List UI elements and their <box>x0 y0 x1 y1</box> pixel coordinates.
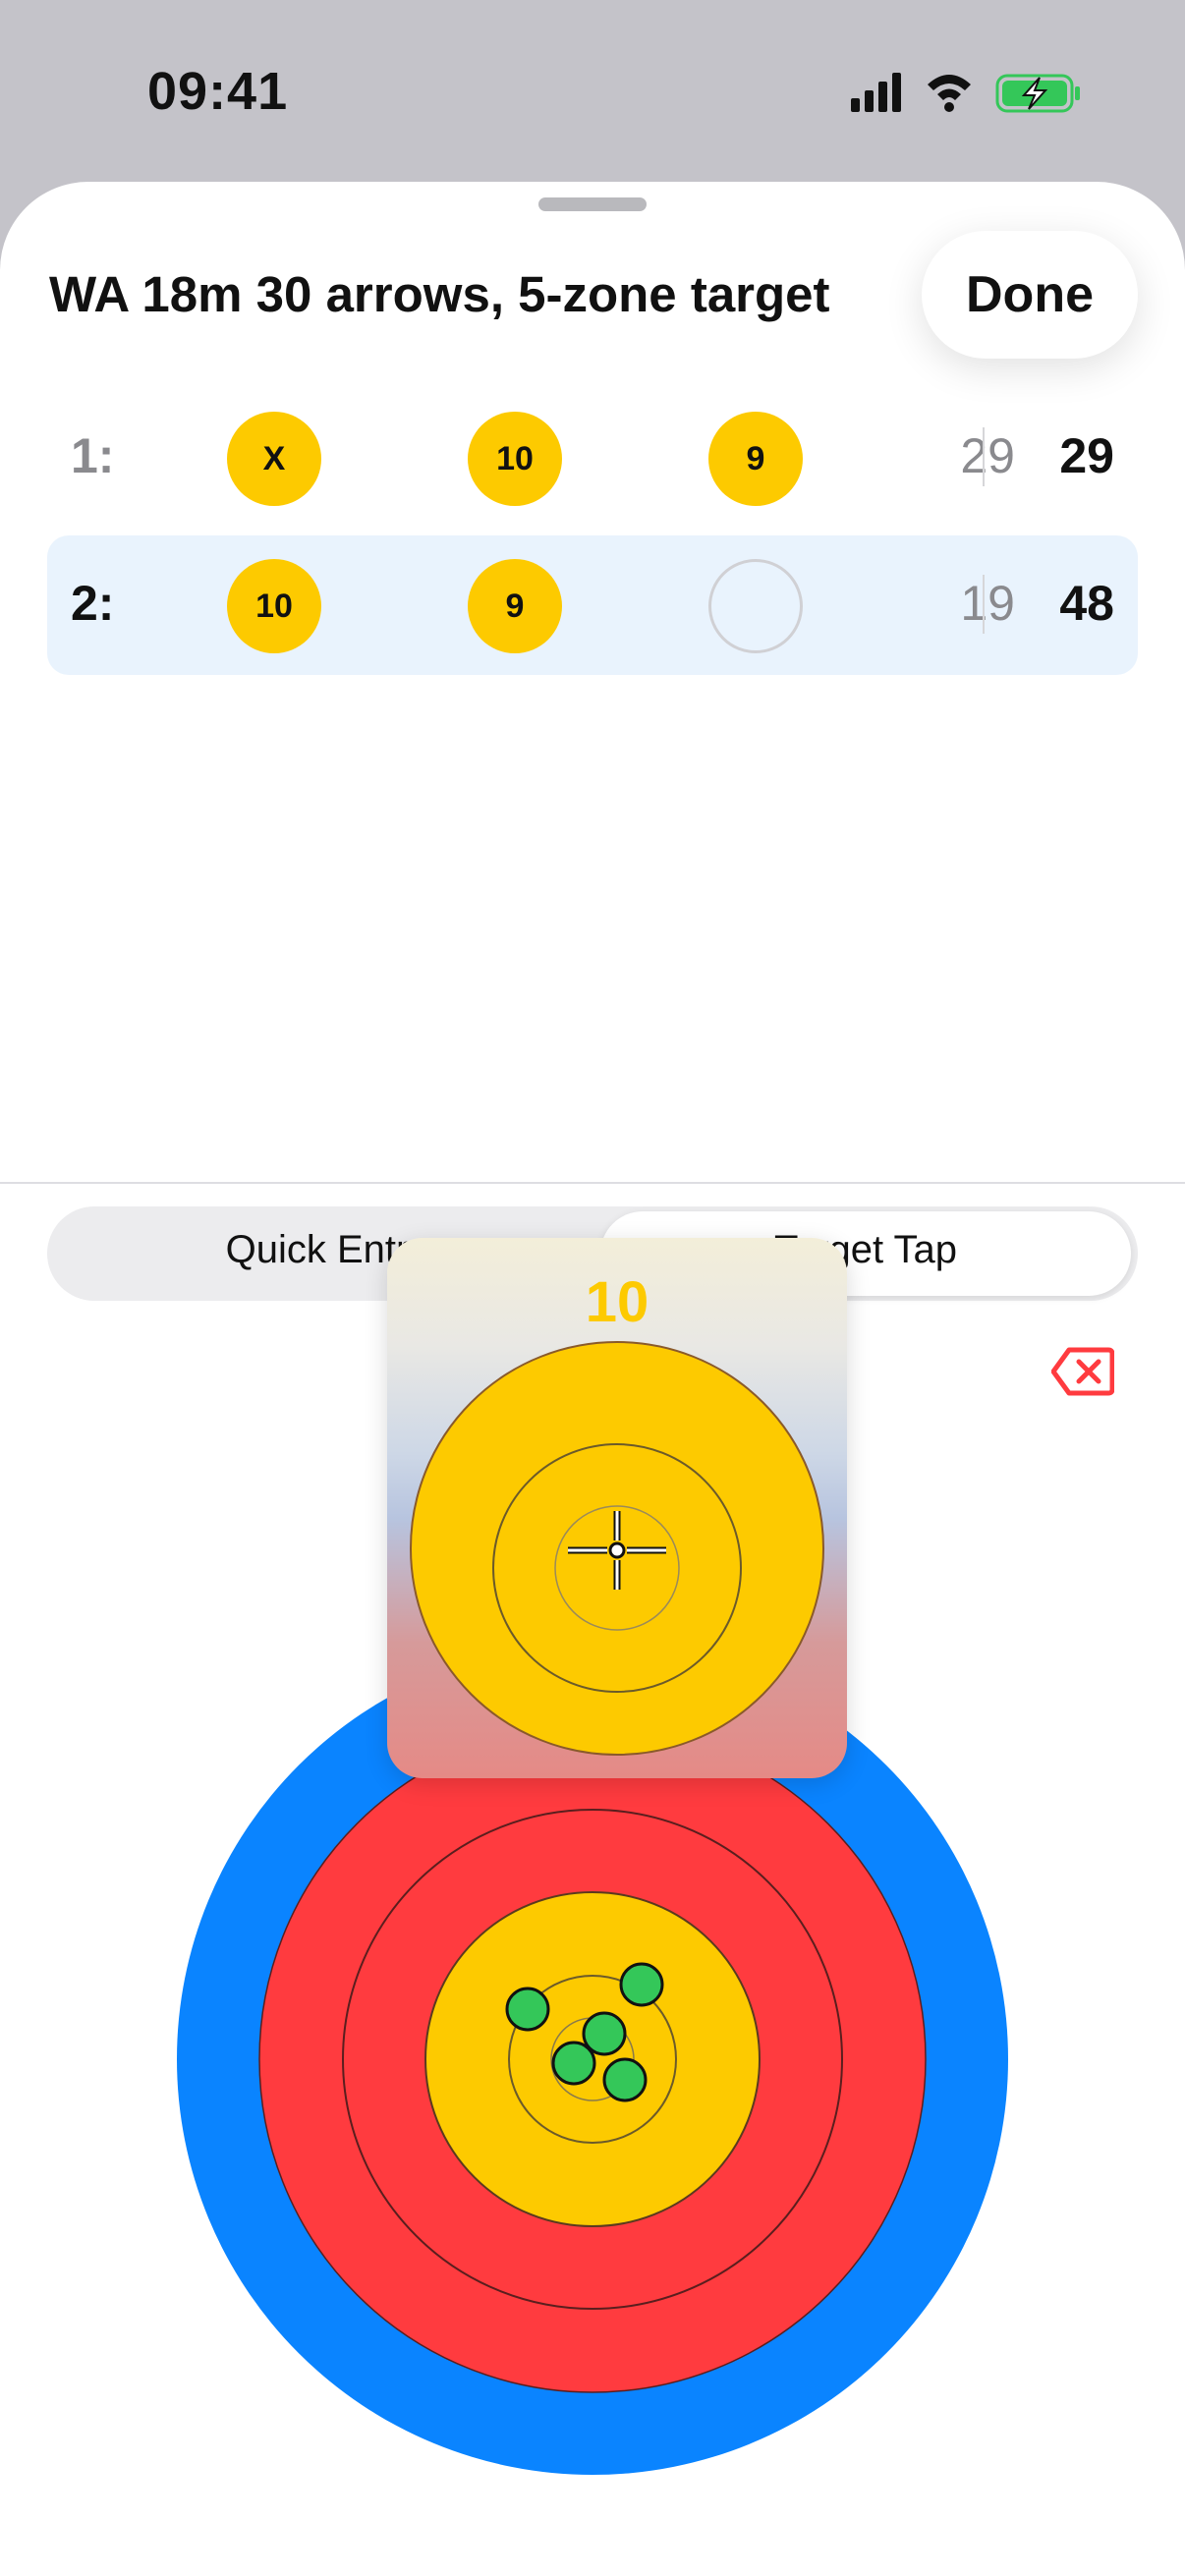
arrow-marker[interactable] <box>505 1987 550 2032</box>
signal-icon <box>851 73 901 112</box>
arrow-score[interactable]: 9 <box>468 559 562 653</box>
arrow-score[interactable]: 10 <box>227 559 321 653</box>
end-row-2[interactable]: 2: 10 9 19 48 <box>47 535 1138 675</box>
status-icons <box>851 73 1080 113</box>
status-time: 09:41 <box>147 62 289 121</box>
running-total: 48 <box>1059 576 1114 631</box>
sheet-grabber[interactable] <box>538 197 647 211</box>
end-total: 19 <box>960 576 1015 631</box>
round-title: WA 18m 30 arrows, 5-zone target <box>49 266 830 322</box>
keyboard-separator <box>0 1182 1185 1184</box>
magnifier-score: 10 <box>585 1270 649 1334</box>
end-row-1[interactable]: 1: X 10 9 29 29 <box>47 388 1138 528</box>
arrow-score[interactable]: X <box>227 412 321 506</box>
wifi-icon <box>928 75 971 112</box>
end-total: 29 <box>960 428 1015 483</box>
battery-charging-icon <box>995 74 1080 113</box>
total-divider <box>983 575 985 634</box>
arrow-score-empty[interactable] <box>708 559 803 653</box>
running-total: 29 <box>1059 428 1114 483</box>
arrow-marker[interactable] <box>619 1962 664 2007</box>
done-button[interactable]: Done <box>922 231 1138 359</box>
arrow-score[interactable]: 10 <box>468 412 562 506</box>
magnifier-loupe: 10 <box>387 1238 847 1778</box>
arrow-marker[interactable] <box>551 2041 596 2086</box>
arrow-score[interactable]: 9 <box>708 412 803 506</box>
status-bar: 09:41 <box>0 0 1185 187</box>
end-number: 1: <box>71 428 115 483</box>
total-divider <box>983 427 985 486</box>
end-number: 2: <box>71 576 115 631</box>
arrow-marker[interactable] <box>602 2057 648 2102</box>
